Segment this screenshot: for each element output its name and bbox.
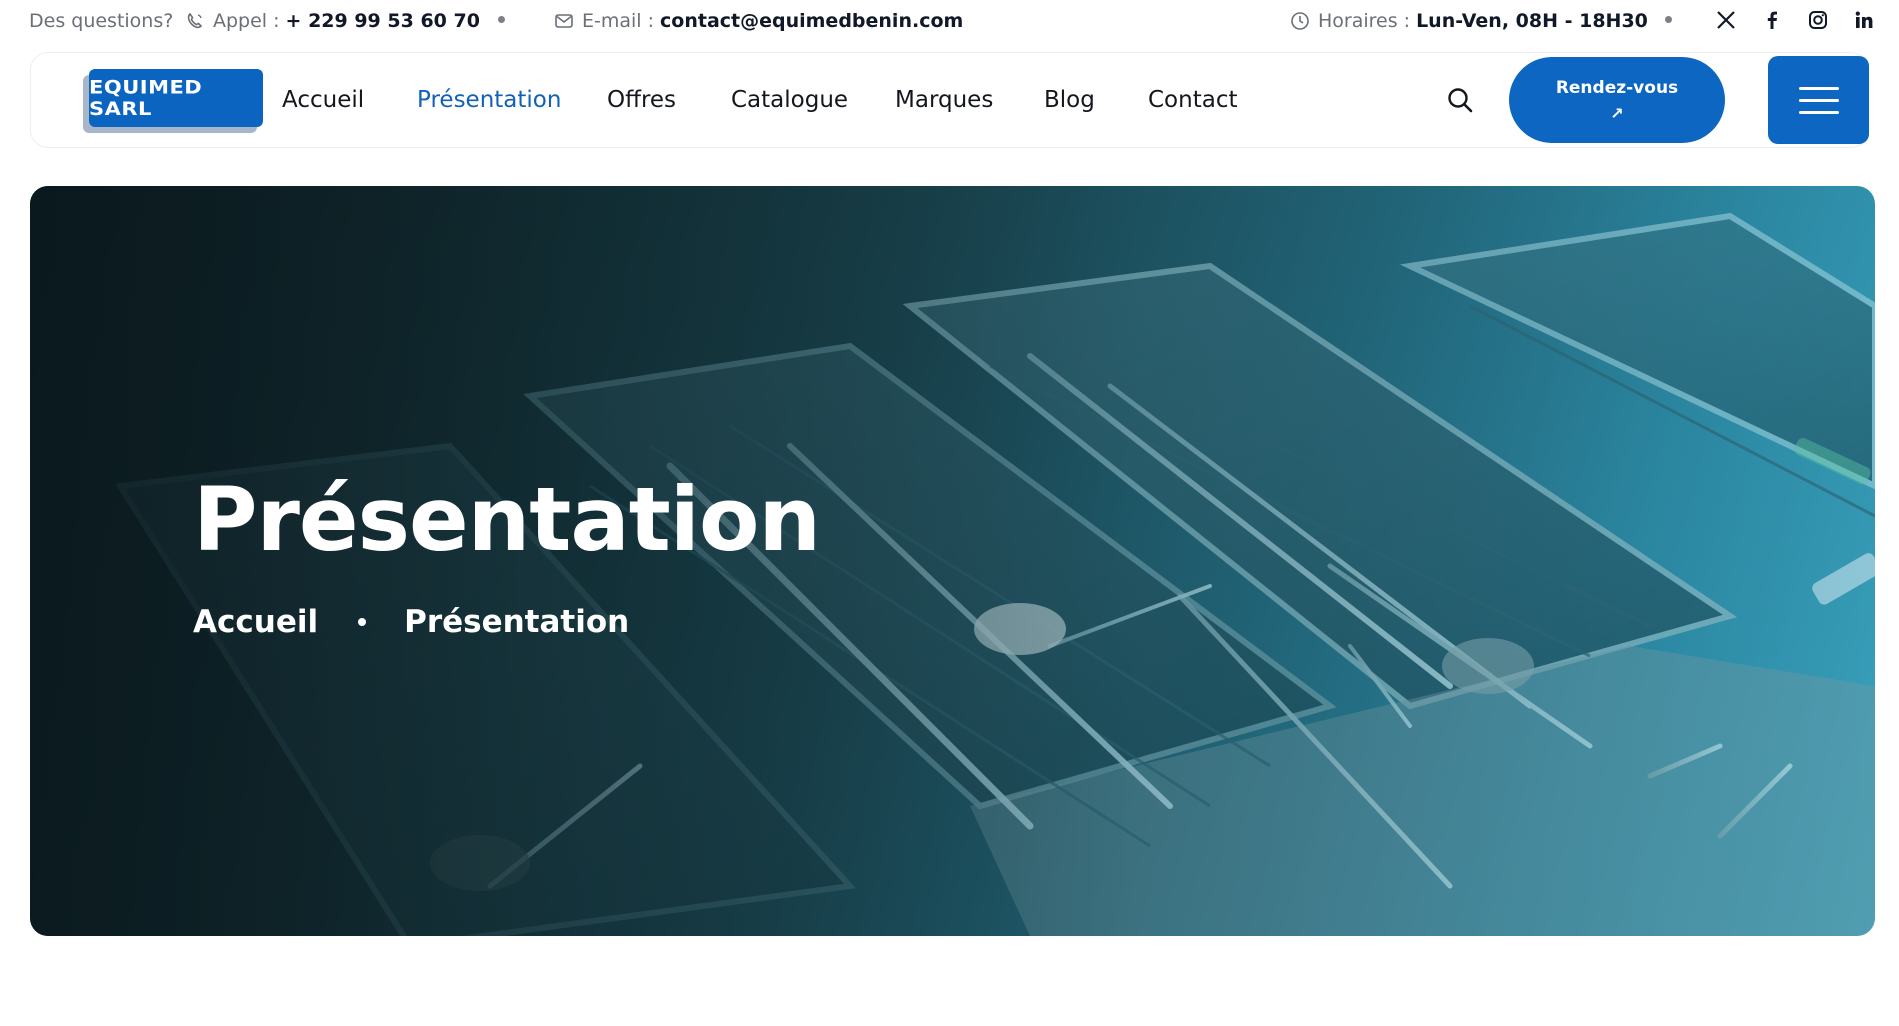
- arrow-up-right-icon: ↗: [1610, 103, 1624, 123]
- phone-number[interactable]: + 229 99 53 60 70: [286, 10, 480, 32]
- logo-badge: EQUIMED SARL: [89, 69, 263, 127]
- x-icon[interactable]: [1715, 9, 1737, 31]
- separator-dot: [498, 16, 505, 23]
- logo[interactable]: EQUIMED SARL: [83, 69, 263, 133]
- nav-item-contact[interactable]: Contact: [1148, 87, 1237, 113]
- email-group[interactable]: E-mail : contact@equimedbenin.com: [554, 10, 963, 32]
- linkedin-icon[interactable]: [1853, 9, 1875, 31]
- phone-icon: [187, 12, 203, 29]
- mail-icon: [555, 14, 573, 28]
- hamburger-menu-button[interactable]: [1768, 56, 1869, 144]
- separator-dot: [1665, 16, 1672, 23]
- main-navbar: EQUIMED SARL Accueil Présentation Offres…: [30, 52, 1869, 148]
- nav-item-presentation[interactable]: Présentation: [417, 87, 561, 113]
- nav-item-marques[interactable]: Marques: [895, 87, 993, 113]
- page-title: Présentation: [193, 468, 821, 571]
- hamburger-line: [1798, 86, 1839, 90]
- email-address[interactable]: contact@equimedbenin.com: [660, 10, 963, 32]
- rendez-vous-label: Rendez-vous: [1555, 77, 1679, 98]
- hours-group: Horaires : Lun-Ven, 08H - 18H30: [1290, 10, 1648, 32]
- facebook-icon[interactable]: [1761, 9, 1783, 31]
- breadcrumb-current: Présentation: [404, 604, 630, 640]
- clock-icon: [1291, 12, 1309, 30]
- logo-text: EQUIMED SARL: [89, 76, 203, 120]
- nav-item-blog[interactable]: Blog: [1044, 87, 1095, 113]
- hamburger-line: [1798, 98, 1839, 102]
- hours-value: Lun-Ven, 08H - 18H30: [1416, 10, 1648, 32]
- search-icon[interactable]: [1445, 85, 1475, 115]
- rendez-vous-button[interactable]: Rendez-vous ↗: [1509, 57, 1725, 143]
- social-links: [1715, 9, 1875, 31]
- hamburger-line: [1798, 110, 1839, 114]
- nav-item-offres[interactable]: Offres: [607, 87, 676, 113]
- breadcrumb-home-link[interactable]: Accueil: [193, 604, 318, 640]
- hero-banner: Présentation Accueil Présentation: [30, 186, 1875, 936]
- hours-label: Horaires :: [1318, 10, 1411, 32]
- nav-item-catalogue[interactable]: Catalogue: [731, 87, 848, 113]
- breadcrumb: Accueil Présentation: [193, 604, 629, 640]
- questions-group: Des questions?: [29, 10, 173, 32]
- email-label: E-mail :: [582, 10, 655, 32]
- phone-label: Appel :: [213, 10, 280, 32]
- instagram-icon[interactable]: [1807, 9, 1829, 31]
- questions-label: Des questions?: [29, 10, 174, 32]
- phone-group[interactable]: Appel : + 229 99 53 60 70: [185, 10, 480, 32]
- top-info-bar: Des questions? Appel : + 229 99 53 60 70…: [0, 0, 1899, 46]
- nav-item-accueil[interactable]: Accueil: [282, 87, 364, 113]
- breadcrumb-separator: [358, 618, 367, 626]
